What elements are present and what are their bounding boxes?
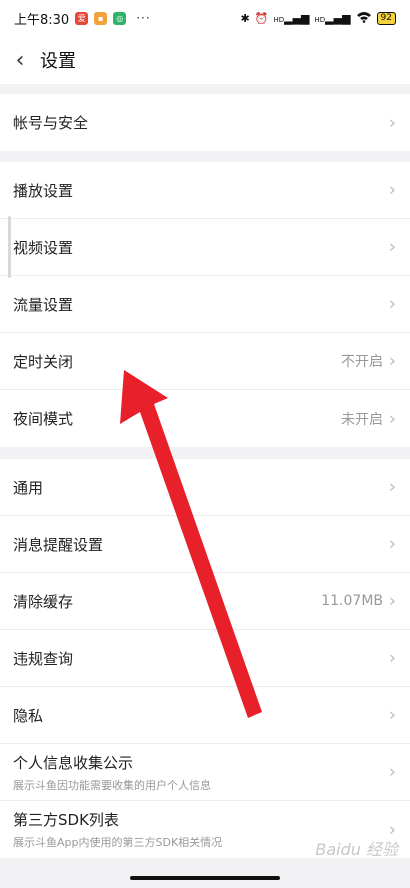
settings-item-label: 视频设置 [13, 238, 74, 257]
settings-item-description: 展示斗鱼因功能需要收集的用户个人信息 [13, 778, 211, 792]
settings-item-playback[interactable]: 播放设置 › [0, 162, 410, 219]
settings-item-video[interactable]: 视频设置 › [0, 219, 410, 276]
settings-item-sleep-timer[interactable]: 定时关闭 不开启 › [0, 333, 410, 390]
signal-1-icon: HD▂▄▆ [273, 11, 310, 25]
chevron-right-icon: › [388, 533, 396, 555]
signal-2-icon: HD▂▄▆ [314, 11, 351, 25]
status-bar: 上午8:30 爱 ▪ ◎ ··· ✱ ⏰ HD▂▄▆ HD▂▄▆ 92 [0, 0, 410, 36]
chevron-right-icon: › [388, 408, 396, 429]
message-app-icon: ▪ [94, 11, 108, 25]
settings-item-account-security[interactable]: 帐号与安全 › [0, 94, 410, 151]
chevron-right-icon: › [388, 476, 396, 498]
chevron-right-icon: › [388, 761, 396, 783]
nav-header: ‹ 设置 [0, 36, 410, 84]
home-indicator[interactable] [130, 876, 280, 880]
settings-item-night-mode[interactable]: 夜间模式 未开启 › [0, 390, 410, 447]
settings-item-label: 第三方SDK列表 [13, 811, 119, 829]
settings-item-label: 播放设置 [13, 181, 74, 200]
wifi-icon [356, 11, 372, 26]
chevron-right-icon: › [388, 647, 396, 669]
settings-item-description: 展示斗鱼App内使用的第三方SDK相关情况 [13, 836, 223, 849]
settings-item-label: 定时关闭 [13, 352, 74, 371]
status-time: 上午8:30 [14, 12, 70, 28]
settings-item-data-usage[interactable]: 流量设置 › [0, 276, 410, 333]
chevron-right-icon: › [388, 112, 396, 133]
back-arrow-icon[interactable]: ‹ [0, 48, 40, 73]
general-group: 通用 › 消息提醒设置 › 清除缓存 11.07MB › 违规查询 › 隐私 ›… [0, 459, 410, 858]
settings-item-violation-query[interactable]: 违规查询 › [0, 630, 410, 687]
settings-item-notifications[interactable]: 消息提醒设置 › [0, 516, 410, 573]
page-title: 设置 [40, 51, 76, 72]
settings-item-label: 个人信息收集公示 [13, 753, 134, 772]
bluetooth-icon: ✱ [240, 11, 250, 25]
app-notification-icon: 爱 [75, 11, 89, 25]
settings-item-label: 帐号与安全 [13, 114, 89, 132]
settings-item-value: 未开启 [341, 411, 383, 428]
scroll-indicator [8, 216, 11, 278]
settings-item-general[interactable]: 通用 › [0, 459, 410, 516]
account-group: 帐号与安全 › [0, 94, 410, 151]
settings-item-value: 不开启 [341, 354, 383, 370]
battery-icon: 92 [376, 11, 396, 25]
settings-item-label: 违规查询 [13, 649, 74, 668]
settings-item-clear-cache[interactable]: 清除缓存 11.07MB › [0, 573, 410, 630]
settings-item-value: 11.07MB [321, 593, 383, 609]
chevron-right-icon: › [388, 350, 396, 372]
settings-item-personal-info-disclosure[interactable]: 个人信息收集公示 展示斗鱼因功能需要收集的用户个人信息 › [0, 744, 410, 801]
playback-group: 播放设置 › 视频设置 › 流量设置 › 定时关闭 不开启 › 夜间模式 未开启… [0, 162, 410, 447]
settings-item-label: 流量设置 [13, 295, 74, 314]
chevron-right-icon: › [388, 179, 396, 201]
settings-item-label: 清除缓存 [13, 592, 74, 611]
settings-item-label: 通用 [13, 478, 44, 497]
signal-1-label: HD [273, 15, 285, 24]
security-app-icon: ◎ [113, 11, 127, 25]
settings-item-privacy[interactable]: 隐私 › [0, 687, 410, 744]
chevron-right-icon: › [388, 704, 396, 726]
status-indicators: ✱ ⏰ HD▂▄▆ HD▂▄▆ 92 [241, 11, 396, 26]
alarm-icon: ⏰ [254, 11, 269, 25]
chevron-right-icon: › [388, 236, 396, 258]
more-notifications-icon: ··· [136, 11, 151, 25]
settings-item-label: 夜间模式 [13, 410, 74, 428]
settings-item-label: 隐私 [13, 706, 44, 725]
watermark: Baidu 经验 [315, 840, 398, 859]
chevron-right-icon: › [388, 590, 396, 612]
settings-item-label: 消息提醒设置 [13, 535, 104, 554]
chevron-right-icon: › [388, 293, 396, 315]
signal-2-label: HD [314, 15, 326, 24]
